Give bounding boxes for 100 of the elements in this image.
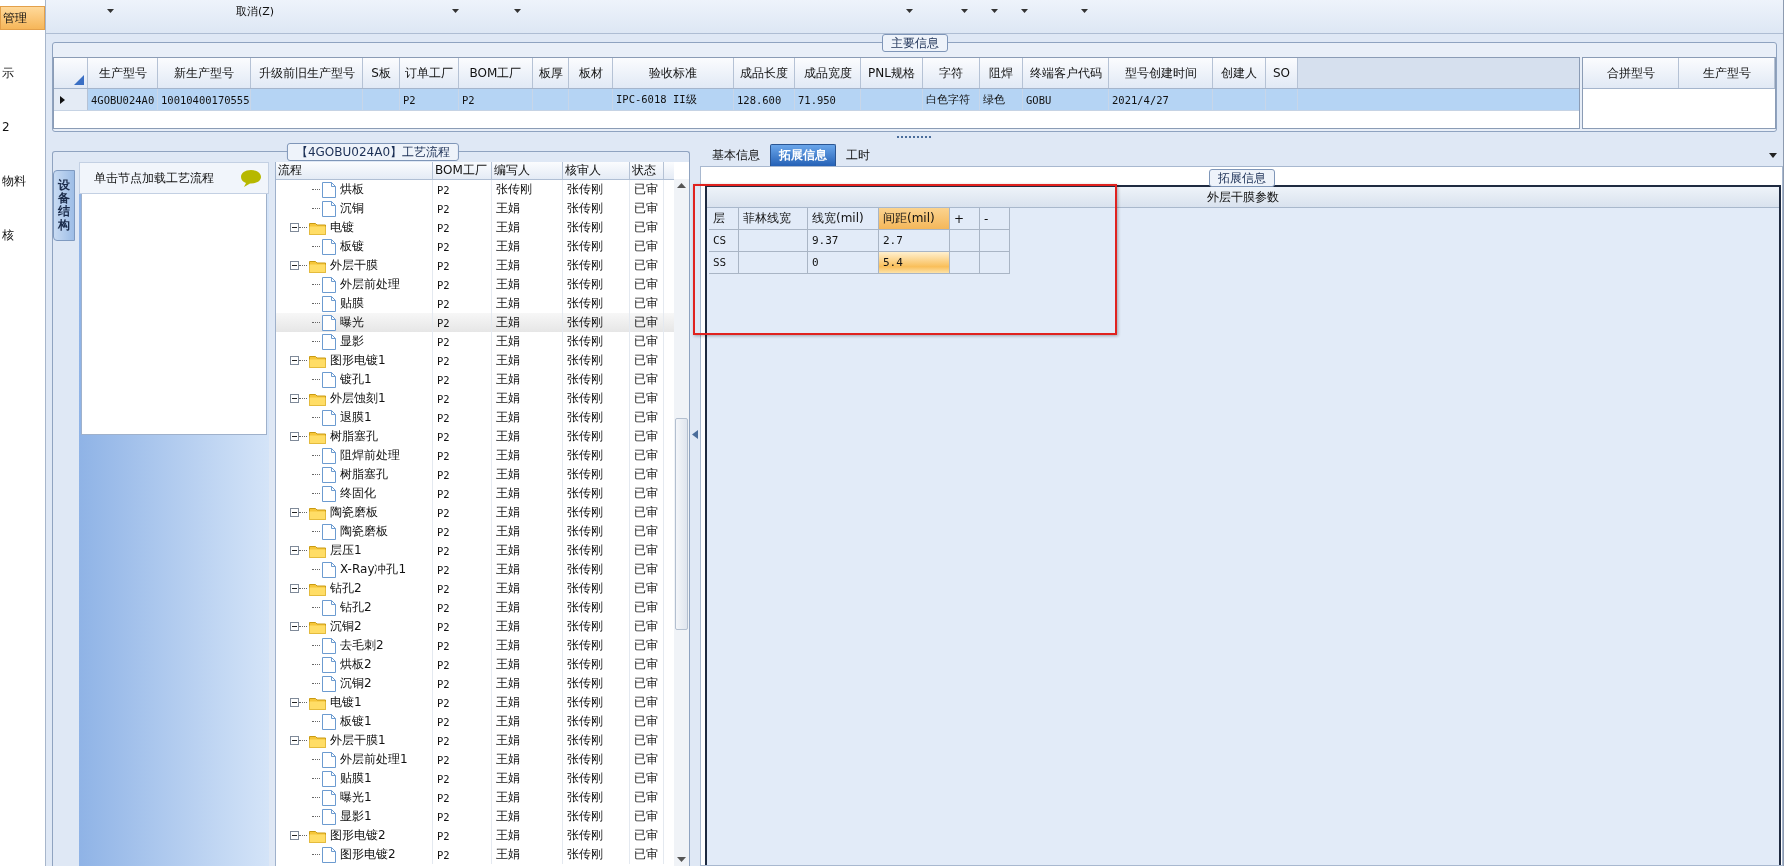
- nav-item[interactable]: 2: [0, 116, 45, 138]
- tree-row[interactable]: 钻孔2 P2 王娟 张传刚 已审: [276, 579, 674, 598]
- process-step[interactable]: 钻孔2: [330, 580, 362, 597]
- dropdown-arrow-icon[interactable]: [906, 9, 913, 13]
- tree-row[interactable]: 显影1 P2 王娟 张传刚 已审: [276, 807, 674, 826]
- column-header[interactable]: 核审人: [563, 162, 630, 179]
- process-step[interactable]: 显影1: [340, 808, 372, 825]
- column-header[interactable]: 状态: [630, 162, 664, 179]
- tree-row[interactable]: 板镀1 P2 王娟 张传刚 已审: [276, 712, 674, 731]
- tree-row[interactable]: 钻孔2 P2 王娟 张传刚 已审: [276, 598, 674, 617]
- tree-row[interactable]: 贴膜1 P2 王娟 张传刚 已审: [276, 769, 674, 788]
- column-header[interactable]: +: [950, 208, 980, 230]
- process-step[interactable]: 层压1: [330, 542, 362, 559]
- collapse-icon[interactable]: [290, 394, 299, 403]
- process-step[interactable]: 陶瓷磨板: [330, 504, 378, 521]
- process-step[interactable]: 曝光1: [340, 789, 372, 806]
- column-header[interactable]: 创建人: [1213, 58, 1266, 88]
- tree-row[interactable]: 退膜1 P2 王娟 张传刚 已审: [276, 408, 674, 427]
- process-step[interactable]: 去毛刺2: [340, 637, 384, 654]
- collapse-icon[interactable]: [290, 831, 299, 840]
- tree-row[interactable]: 阻焊前处理 P2 王娟 张传刚 已审: [276, 446, 674, 465]
- column-header[interactable]: 生产型号: [88, 58, 158, 88]
- column-header[interactable]: 阻焊: [980, 58, 1023, 88]
- tree-row[interactable]: 显影 P2 王娟 张传刚 已审: [276, 332, 674, 351]
- process-step[interactable]: X-Ray冲孔1: [340, 561, 407, 578]
- column-header[interactable]: 成品长度: [734, 58, 795, 88]
- dropdown-arrow-icon[interactable]: [991, 9, 998, 13]
- process-step[interactable]: 沉铜2: [340, 675, 372, 692]
- column-header[interactable]: 流程: [276, 162, 433, 179]
- process-step[interactable]: 树脂塞孔: [340, 466, 388, 483]
- tree-row[interactable]: 图形电镀2 P2 王娟 张传刚 已审: [276, 845, 674, 864]
- column-header[interactable]: 字符: [923, 58, 980, 88]
- tree-row[interactable]: 图形电镀1 P2 王娟 张传刚 已审: [276, 351, 674, 370]
- collapse-left-icon[interactable]: [692, 429, 698, 439]
- column-header[interactable]: 终端客户代码: [1023, 58, 1109, 88]
- collapse-icon[interactable]: [290, 432, 299, 441]
- dropdown-arrow-icon[interactable]: [1081, 9, 1088, 13]
- process-step[interactable]: 显影: [340, 333, 364, 350]
- dropdown-arrow-icon[interactable]: [452, 9, 459, 13]
- column-header[interactable]: 升级前旧生产型号: [251, 58, 363, 88]
- collapse-icon[interactable]: [290, 223, 299, 232]
- collapse-icon[interactable]: [290, 736, 299, 745]
- dropdown-arrow-icon[interactable]: [514, 9, 521, 13]
- nav-item[interactable]: 管理: [0, 6, 45, 30]
- process-step[interactable]: 陶瓷磨板: [340, 523, 388, 540]
- tree-row[interactable]: 沉铜2 P2 王娟 张传刚 已审: [276, 617, 674, 636]
- column-header[interactable]: -: [980, 208, 1010, 230]
- tree-row[interactable]: 外层蚀刻1 P2 王娟 张传刚 已审: [276, 389, 674, 408]
- collapse-icon[interactable]: [290, 622, 299, 631]
- nav-item[interactable]: 核: [0, 224, 45, 246]
- nav-item[interactable]: 示: [0, 62, 45, 84]
- process-step[interactable]: 图形电镀1: [330, 352, 386, 369]
- tree-row[interactable]: 板镀 P2 王娟 张传刚 已审: [276, 237, 674, 256]
- column-header[interactable]: S板: [363, 58, 400, 88]
- collapse-icon[interactable]: [290, 356, 299, 365]
- tree-row[interactable]: 烘板2 P2 王娟 张传刚 已审: [276, 655, 674, 674]
- tree-row[interactable]: 层压1 P2 王娟 张传刚 已审: [276, 541, 674, 560]
- tree-row[interactable]: 图形电镀2 P2 王娟 张传刚 已审: [276, 826, 674, 845]
- nav-item[interactable]: 物料: [0, 170, 45, 192]
- process-step[interactable]: 沉铜: [340, 200, 364, 217]
- column-header[interactable]: 板厚: [533, 58, 569, 88]
- process-step[interactable]: 板镀: [340, 238, 364, 255]
- tree-row[interactable]: 树脂塞孔 P2 王娟 张传刚 已审: [276, 465, 674, 484]
- scroll-up-icon[interactable]: [677, 183, 686, 188]
- process-step[interactable]: 贴膜1: [340, 770, 372, 787]
- tab[interactable]: 工时: [838, 145, 878, 166]
- column-header[interactable]: 生产型号: [1679, 58, 1775, 88]
- tree-row[interactable]: 沉铜2 P2 王娟 张传刚 已审: [276, 674, 674, 693]
- process-step[interactable]: 贴膜: [340, 295, 364, 312]
- column-header[interactable]: BOM工厂: [433, 162, 492, 179]
- column-header[interactable]: 间距(mil): [879, 208, 950, 230]
- scroll-thumb[interactable]: [675, 418, 688, 630]
- collapse-icon[interactable]: [290, 261, 299, 270]
- tree-row[interactable]: 外层干膜 P2 王娟 张传刚 已审: [276, 256, 674, 275]
- column-header[interactable]: 层: [709, 208, 739, 230]
- column-header[interactable]: 新生产型号: [158, 58, 251, 88]
- column-header[interactable]: BOM工厂: [459, 58, 533, 88]
- process-step[interactable]: 板镀1: [340, 713, 372, 730]
- column-header[interactable]: 成品宽度: [795, 58, 861, 88]
- dropdown-arrow-icon[interactable]: [1769, 153, 1777, 158]
- process-step[interactable]: 烘板2: [340, 656, 372, 673]
- process-step[interactable]: 沉铜2: [330, 618, 362, 635]
- tree-row[interactable]: 沉铜 P2 王娟 张传刚 已审: [276, 199, 674, 218]
- side-tab[interactable]: 设备结构: [53, 170, 75, 241]
- collapse-icon[interactable]: [290, 584, 299, 593]
- tree-row[interactable]: 终固化 P2 王娟 张传刚 已审: [276, 484, 674, 503]
- process-step[interactable]: 外层前处理1: [340, 751, 408, 768]
- tree-row[interactable]: 曝光 P2 王娟 张传刚 已审: [276, 313, 674, 332]
- process-step[interactable]: 电镀: [330, 219, 354, 236]
- column-header[interactable]: 菲林线宽: [739, 208, 808, 230]
- process-step[interactable]: 镀孔1: [340, 371, 372, 388]
- process-step[interactable]: 退膜1: [340, 409, 372, 426]
- process-step[interactable]: 图形电镀2: [340, 846, 396, 863]
- cancel-menu-item[interactable]: 取消(Z): [235, 3, 284, 19]
- collapse-icon[interactable]: [290, 698, 299, 707]
- column-header[interactable]: 合拼型号: [1583, 58, 1679, 88]
- tree-row[interactable]: 陶瓷磨板 P2 王娟 张传刚 已审: [276, 503, 674, 522]
- process-step[interactable]: 烘板: [340, 181, 364, 198]
- tree-row[interactable]: 陶瓷磨板 P2 王娟 张传刚 已审: [276, 522, 674, 541]
- process-step[interactable]: 外层干膜: [330, 257, 378, 274]
